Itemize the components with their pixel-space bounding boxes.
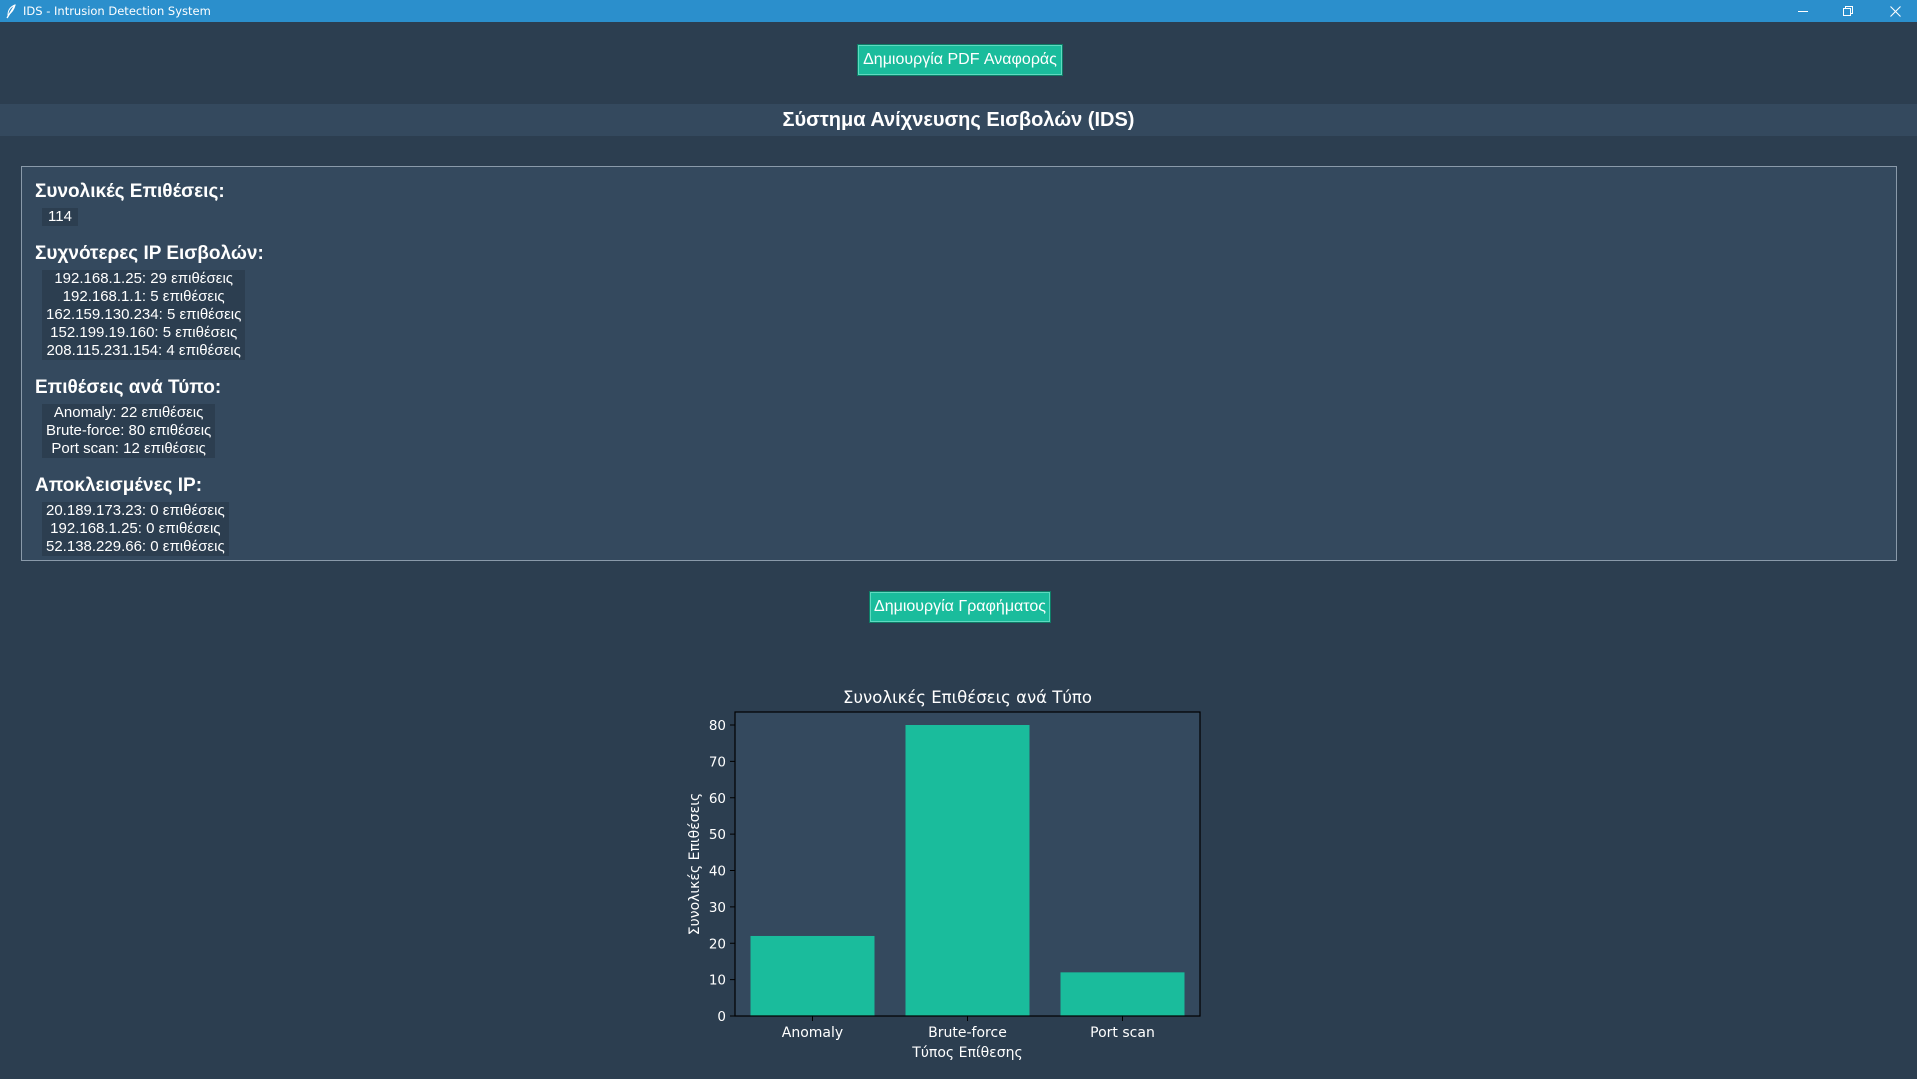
list-item: 192.168.1.25: 0 επιθέσεις <box>50 520 221 537</box>
x-axis-label: Τύπος Επίθεσης <box>911 1045 1022 1061</box>
y-tick-label: 40 <box>709 864 726 880</box>
restore-icon <box>1843 6 1853 16</box>
chart-bar <box>1060 972 1185 1016</box>
y-tick-label: 80 <box>709 718 726 734</box>
y-tick-label: 60 <box>709 791 726 807</box>
window-titlebar: IDS - Intrusion Detection System <box>0 0 1917 22</box>
y-tick-label: 30 <box>709 900 726 916</box>
list-item: Brute-force: 80 επιθέσεις <box>46 422 212 439</box>
list-item: 192.168.1.25: 29 επιθέσεις <box>54 270 234 287</box>
x-tick-label: Port scan <box>1090 1025 1155 1041</box>
y-tick-label: 20 <box>709 936 726 952</box>
list-item: 162.159.130.234: 5 επιθέσεις <box>46 306 242 323</box>
close-button[interactable] <box>1873 0 1917 22</box>
plot-frame <box>734 711 1201 1017</box>
attacks-by-type-list: Anomaly: 22 επιθέσεις Brute-force: 80 επ… <box>42 404 216 458</box>
y-axis-label: Συνολικές Επιθέσεις <box>687 793 703 935</box>
total-attacks-value: 114 <box>42 208 78 226</box>
window-title: IDS - Intrusion Detection System <box>23 4 211 18</box>
x-tick-label: Anomaly <box>782 1025 843 1041</box>
x-tick-label: Brute-force <box>928 1025 1007 1041</box>
chart-bar <box>750 935 875 1016</box>
y-tick-label: 0 <box>717 1009 726 1025</box>
chart-title: Συνολικές Επιθέσεις ανά Τύπο <box>843 688 1092 707</box>
list-item: 20.189.173.23: 0 επιθέσεις <box>46 502 225 519</box>
close-icon <box>1889 5 1901 17</box>
restore-button[interactable] <box>1826 0 1870 22</box>
total-attacks-title: Συνολικές Επιθέσεις: <box>35 181 225 202</box>
feather-icon <box>4 3 18 19</box>
chart-bar <box>905 725 1030 1016</box>
blocked-ips-title: Αποκλεισμένες IP: <box>35 475 203 496</box>
y-tick-label: 50 <box>709 827 726 843</box>
minimize-button[interactable] <box>1781 0 1825 22</box>
header-band: Σύστημα Ανίχνευσης Εισβολών (IDS) <box>0 104 1917 136</box>
list-item: 208.115.231.154: 4 επιθέσεις <box>46 342 241 359</box>
list-item: 52.138.229.66: 0 επιθέσεις <box>46 538 225 555</box>
list-item: 192.168.1.1: 5 επιθέσεις <box>62 288 225 305</box>
y-tick-label: 70 <box>709 754 726 770</box>
create-pdf-report-button[interactable]: Δημιουργία PDF Αναφοράς <box>857 44 1063 76</box>
blocked-ips-list: 20.189.173.23: 0 επιθέσεις 192.168.1.25:… <box>42 502 229 556</box>
top-ips-list: 192.168.1.25: 29 επιθέσεις 192.168.1.1: … <box>42 270 246 360</box>
attacks-by-type-title: Επιθέσεις ανά Τύπο: <box>35 377 222 398</box>
list-item: Anomaly: 22 επιθέσεις <box>53 404 204 421</box>
top-ips-title: Συχνότερες IP Εισβολών: <box>35 243 264 264</box>
total-attacks-number: 114 <box>48 208 72 225</box>
list-item: 152.199.19.160: 5 επιθέσεις <box>50 324 238 341</box>
page-title: Σύστημα Ανίχνευσης Εισβολών (IDS) <box>782 108 1135 131</box>
statistics-panel: Συνολικές Επιθέσεις: 114 Συχνότερες IP Ε… <box>21 166 1897 561</box>
plot-area <box>735 712 1200 1016</box>
minimize-icon <box>1798 6 1808 16</box>
y-tick-label: 10 <box>709 973 726 989</box>
create-graph-button[interactable]: Δημιουργία Γραφήματος <box>869 591 1051 623</box>
list-item: Port scan: 12 επιθέσεις <box>51 440 206 457</box>
